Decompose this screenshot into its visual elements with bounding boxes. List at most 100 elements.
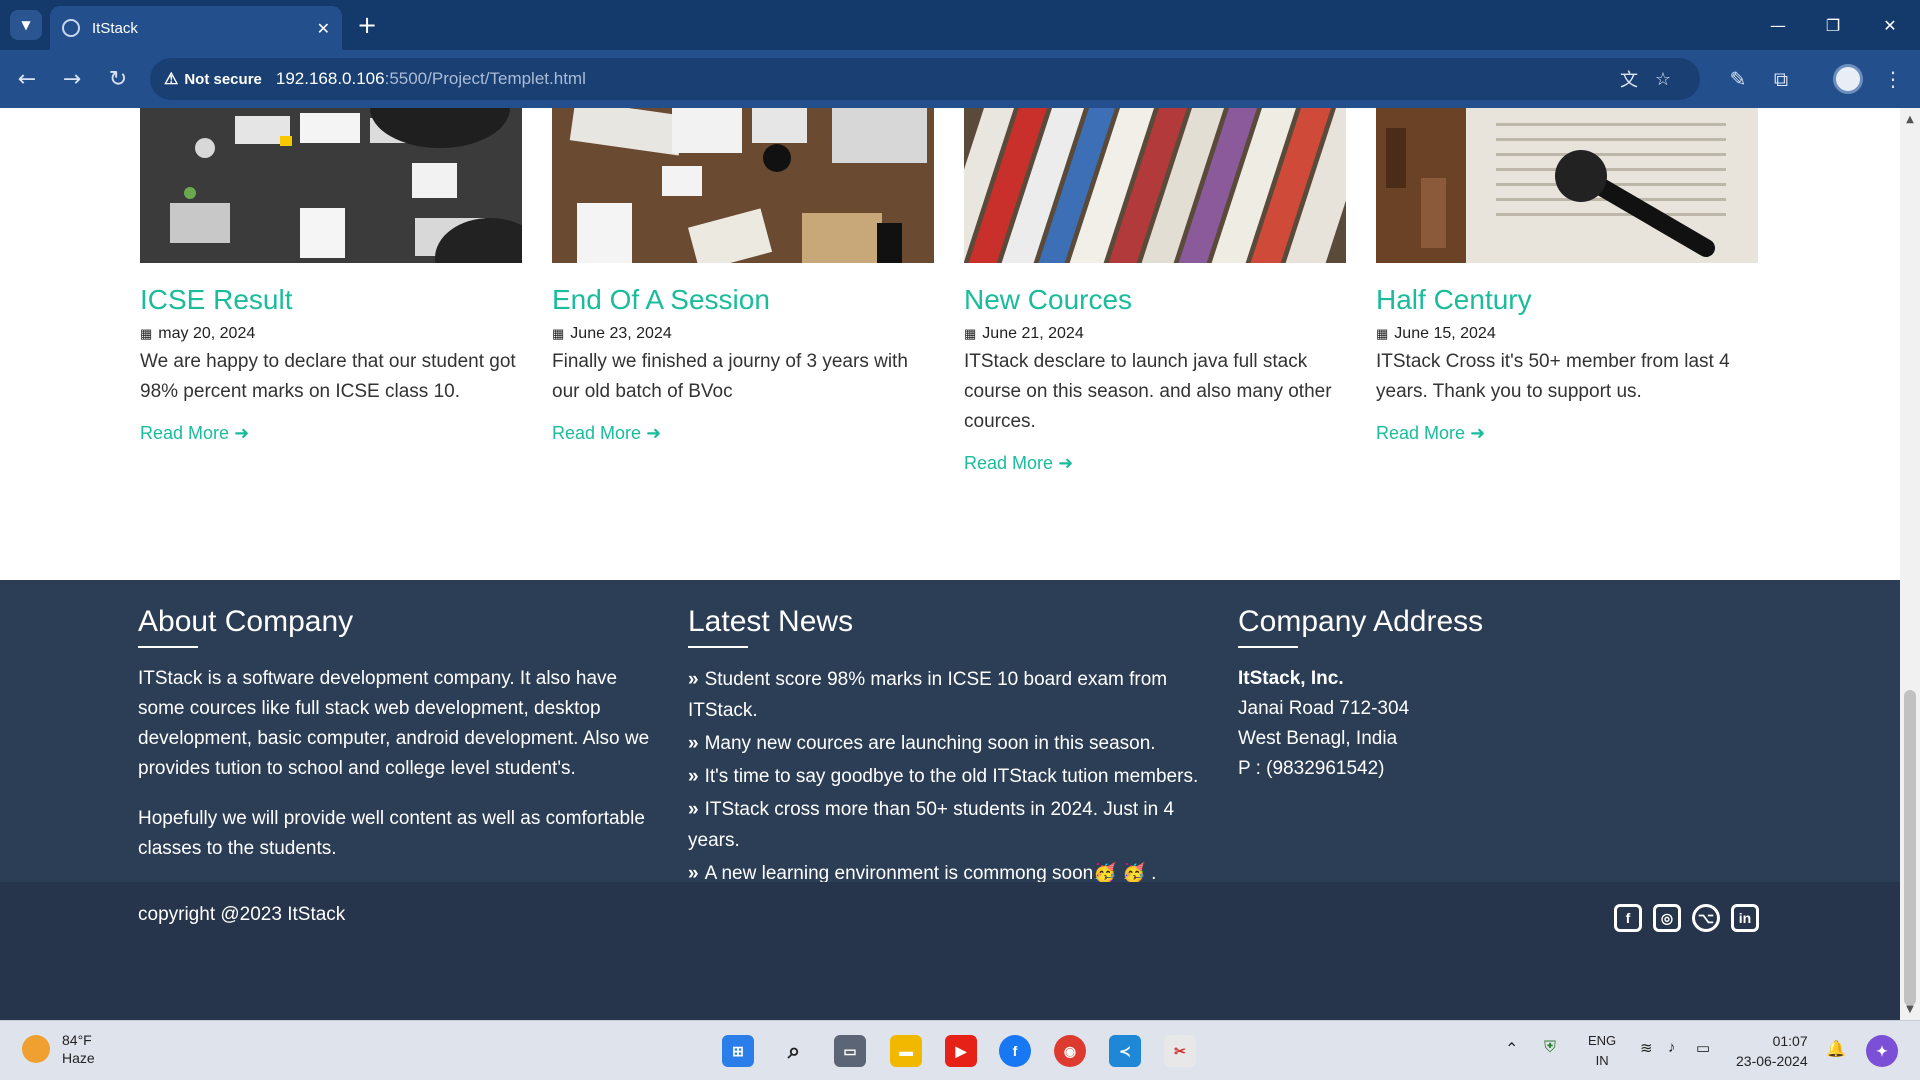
tab-close-icon[interactable]: ✕: [317, 19, 330, 38]
news-card: ICSE Result ▦ may 20, 2024 We are happy t…: [140, 108, 522, 444]
site-footer: About Company ITStack is a software deve…: [0, 580, 1900, 1020]
scrollbar-thumb[interactable]: [1904, 690, 1916, 1006]
card-title[interactable]: End Of A Session: [552, 283, 934, 317]
address-heading: Company Address: [1238, 605, 1484, 638]
minimize-button[interactable]: —: [1753, 8, 1803, 42]
instagram-icon[interactable]: ◎: [1653, 904, 1681, 932]
read-more-link[interactable]: Read More ➜: [964, 453, 1073, 474]
news-list: » Student score 98% marks in ICSE 10 boar…: [688, 664, 1208, 889]
news-item[interactable]: » Student score 98% marks in ICSE 10 boar…: [688, 664, 1208, 726]
about-company-section: About Company ITStack is a software deve…: [138, 604, 658, 864]
weather-condition: Haze: [62, 1050, 95, 1066]
meeting-photo-icon: [140, 108, 522, 263]
language-code: ENG: [1588, 1033, 1617, 1048]
tab-search-chevron-icon[interactable]: ▼: [10, 10, 42, 40]
language-indicator[interactable]: ENG IN: [1588, 1031, 1616, 1071]
globe-icon: [62, 19, 80, 37]
read-more-link[interactable]: Read More ➜: [140, 423, 249, 444]
news-item-text: Many new cources are launching soon in t…: [704, 733, 1156, 754]
heading-underline: [138, 646, 198, 648]
arrow-right-icon: ➜: [1470, 423, 1486, 443]
extensions-puzzle-icon[interactable]: ⧉: [1766, 64, 1796, 94]
profile-avatar[interactable]: [1833, 64, 1863, 94]
github-icon[interactable]: ⌥: [1692, 904, 1720, 932]
card-date-text: June 21, 2024: [982, 325, 1084, 342]
security-shield-icon[interactable]: ⛨: [1544, 1039, 1556, 1057]
wifi-icon[interactable]: ≋: [1640, 1039, 1653, 1057]
search-icon[interactable]: ⌕: [778, 1035, 810, 1067]
chevron-up-icon[interactable]: ⌃: [1505, 1039, 1518, 1059]
snipping-tool-icon[interactable]: ✂: [1164, 1035, 1196, 1067]
card-text: Finally we finished a journy of 3 years …: [552, 351, 908, 402]
linkedin-icon[interactable]: in: [1731, 904, 1759, 932]
read-more-link[interactable]: Read More ➜: [1376, 423, 1485, 444]
chrome-icon[interactable]: ◉: [1054, 1035, 1086, 1067]
weather-temp: 84°F: [62, 1032, 92, 1048]
news-item[interactable]: » Many new cources are launching soon in …: [688, 728, 1208, 759]
card-date: ▦ may 20, 2024: [140, 325, 522, 343]
arrow-right-icon: ➜: [646, 423, 662, 443]
windows-taskbar: 84°F Haze ⊞ ⌕ ▭ ▬ ▶ f ◉ ≺ ✂ ⌃ ⛨ ENG IN ≋…: [0, 1020, 1920, 1080]
news-heading: Latest News: [688, 605, 854, 638]
copilot-icon[interactable]: ✦: [1866, 1035, 1898, 1067]
browser-tab-active[interactable]: ItStack ✕: [50, 6, 342, 50]
system-clock[interactable]: 01:07 23-06-2024: [1736, 1031, 1808, 1071]
card-image-meeting: [140, 108, 522, 263]
address-bar[interactable]: ⚠ Not secure 192.168.0.106:5500/Project/…: [150, 58, 1700, 100]
back-button[interactable]: ←: [12, 64, 42, 94]
news-card: New Cources ▦ June 21, 2024 ITStack descl…: [964, 108, 1346, 474]
phone-number: P : (9832961542): [1238, 758, 1385, 779]
facebook-icon[interactable]: f: [1614, 904, 1642, 932]
scroll-up-arrow-icon[interactable]: ▲: [1903, 112, 1917, 126]
reload-button[interactable]: ↻: [103, 64, 133, 94]
arrow-right-icon: ➜: [234, 423, 250, 443]
about-heading: About Company: [138, 605, 354, 638]
task-view-icon[interactable]: ▭: [834, 1035, 866, 1067]
browser-tabbar: ▼ ItStack ✕ + — ❐ ✕: [0, 0, 1920, 50]
read-more-link[interactable]: Read More ➜: [552, 423, 661, 444]
url-text[interactable]: 192.168.0.106:5500/Project/Templet.html: [276, 69, 586, 89]
start-windows-icon[interactable]: ⊞: [722, 1035, 754, 1067]
double-chevron-right-icon: »: [688, 766, 699, 787]
news-item-text: It's time to say goodbye to the old ITSt…: [704, 766, 1199, 787]
file-explorer-icon[interactable]: ▬: [890, 1035, 922, 1067]
weather-text: 84°F Haze: [62, 1031, 95, 1067]
copyright-text: copyright @2023 ItStack: [138, 904, 346, 925]
read-more-label: Read More: [964, 453, 1054, 473]
copyright-bar: copyright @2023 ItStack f ◎ ⌥ in: [0, 882, 1900, 1020]
web-page: ICSE Result ▦ may 20, 2024 We are happy t…: [0, 108, 1900, 1020]
extension-badge-icon[interactable]: ✎: [1723, 64, 1753, 94]
security-indicator[interactable]: ⚠ Not secure: [164, 69, 262, 89]
volume-icon[interactable]: ♪: [1668, 1039, 1676, 1056]
news-item[interactable]: » ITStack cross more than 50+ students in…: [688, 794, 1208, 856]
about-paragraph-1: ITStack is a software development compan…: [138, 668, 650, 779]
facebook-app-icon[interactable]: f: [999, 1035, 1031, 1067]
browser-toolbar: ← → ↻ ⚠ Not secure 192.168.0.106:5500/Pr…: [0, 50, 1920, 108]
menu-kebab-icon[interactable]: ⋮: [1878, 64, 1908, 94]
weather-widget[interactable]: 84°F Haze: [22, 1031, 95, 1067]
forward-button[interactable]: →: [57, 64, 87, 94]
youtube-icon[interactable]: ▶: [945, 1035, 977, 1067]
new-tab-button[interactable]: +: [352, 10, 382, 40]
bookmark-star-icon[interactable]: ☆: [1650, 66, 1676, 92]
translate-icon[interactable]: 文: [1616, 66, 1642, 92]
company-address-section: Company Address ItStack, Inc. Janai Road…: [1238, 604, 1638, 784]
card-title[interactable]: ICSE Result: [140, 283, 522, 317]
double-chevron-right-icon: »: [688, 799, 699, 820]
read-more-label: Read More: [552, 423, 642, 443]
close-window-button[interactable]: ✕: [1865, 8, 1915, 42]
card-date-text: June 15, 2024: [1394, 325, 1496, 342]
restore-button[interactable]: ❐: [1808, 8, 1858, 42]
heading-underline: [688, 646, 748, 648]
news-card: End Of A Session ▦ June 23, 2024 Finally …: [552, 108, 934, 444]
region-code: IN: [1595, 1053, 1609, 1068]
news-item[interactable]: » It's time to say goodbye to the old ITS…: [688, 761, 1208, 792]
company-name: ItStack, Inc.: [1238, 668, 1344, 689]
card-date: ▦ June 23, 2024: [552, 325, 934, 343]
card-title[interactable]: Half Century: [1376, 283, 1758, 317]
card-title[interactable]: New Cources: [964, 283, 1346, 317]
battery-icon[interactable]: ▭: [1696, 1039, 1710, 1057]
vscode-icon[interactable]: ≺: [1109, 1035, 1141, 1067]
notification-bell-icon[interactable]: 🔔: [1826, 1039, 1846, 1059]
scroll-down-arrow-icon[interactable]: ▼: [1903, 1002, 1917, 1016]
